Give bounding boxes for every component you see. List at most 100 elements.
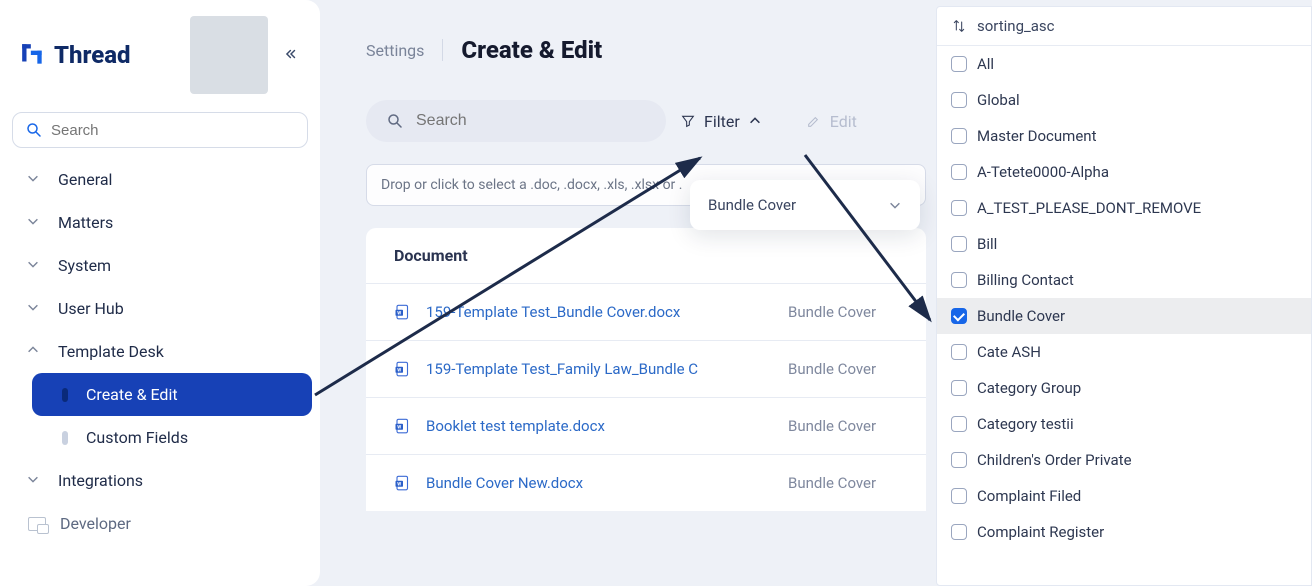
filter-button[interactable]: Filter xyxy=(680,112,762,131)
document-category: Bundle Cover xyxy=(788,474,898,492)
sort-label: sorting_asc xyxy=(977,17,1055,35)
pencil-icon xyxy=(806,113,822,129)
sidebar-item-user-hub[interactable]: User Hub xyxy=(8,287,312,330)
page-title: Create & Edit xyxy=(461,36,602,64)
checkbox-icon xyxy=(951,452,967,468)
table-row[interactable]: W 159-Template Test_Family Law_Bundle C … xyxy=(366,340,926,397)
chevron-down-icon xyxy=(26,170,42,189)
sidebar-item-label: Template Desk xyxy=(58,342,164,361)
filter-option[interactable]: Category Group xyxy=(937,370,1311,406)
sidebar-item-label: Integrations xyxy=(58,471,143,490)
svg-text:W: W xyxy=(397,367,401,373)
table-row[interactable]: W Booklet test template.docx Bundle Cove… xyxy=(366,397,926,454)
workspace-avatar[interactable] xyxy=(190,16,268,94)
word-doc-icon: W xyxy=(394,302,412,322)
chevron-down-icon xyxy=(26,213,42,232)
filter-option[interactable]: Children's Order Private xyxy=(937,442,1311,478)
checkbox-icon xyxy=(951,92,967,108)
filter-panel: sorting_asc All Global Master Document A-Te… xyxy=(936,6,1312,586)
sidebar-search-input[interactable] xyxy=(51,122,295,139)
document-name: Booklet test template.docx xyxy=(426,417,774,435)
table-search-input[interactable] xyxy=(416,112,646,130)
sidebar-item-custom-fields[interactable]: Custom Fields xyxy=(32,416,312,459)
sidebar-item-developer[interactable]: Developer xyxy=(8,502,312,545)
document-name: Bundle Cover New.docx xyxy=(426,474,774,492)
table-row[interactable]: W Bundle Cover New.docx Bundle Cover xyxy=(366,454,926,511)
checkbox-icon xyxy=(951,236,967,252)
thread-logo-icon xyxy=(20,42,46,68)
sidebar-search[interactable] xyxy=(12,112,308,148)
sidebar-item-label: Custom Fields xyxy=(86,428,188,447)
filter-option[interactable]: A-Tetete0000-Alpha xyxy=(937,154,1311,190)
filter-option-label: Billing Contact xyxy=(977,271,1074,289)
filter-popover-selected[interactable]: Bundle Cover xyxy=(708,196,902,214)
checkbox-icon xyxy=(951,488,967,504)
document-name: 159-Template Test_Bundle Cover.docx xyxy=(426,303,774,321)
filter-option-label: Master Document xyxy=(977,127,1096,145)
brand-logo[interactable]: Thread xyxy=(20,41,131,69)
sidebar: Thread General Matters System User Hub xyxy=(0,0,320,586)
checkbox-icon xyxy=(951,56,967,72)
checkbox-icon xyxy=(951,416,967,432)
table-row[interactable]: W 159-Template Test_Bundle Cover.docx Bu… xyxy=(366,283,926,340)
filter-label: Filter xyxy=(704,112,740,131)
sidebar-header: Thread xyxy=(8,12,312,104)
chevron-up-icon xyxy=(26,342,42,361)
filter-option-label: Complaint Filed xyxy=(977,487,1081,505)
filter-option[interactable]: Global xyxy=(937,82,1311,118)
sidebar-item-general[interactable]: General xyxy=(8,158,312,201)
filter-option-label: Bill xyxy=(977,235,997,253)
filter-sort-row[interactable]: sorting_asc xyxy=(937,7,1311,46)
documents-table: Document W 159-Template Test_Bundle Cove… xyxy=(366,228,926,511)
sidebar-item-label: Matters xyxy=(58,213,113,232)
filter-option[interactable]: Bill xyxy=(937,226,1311,262)
table-search[interactable] xyxy=(366,100,666,142)
edit-label: Edit xyxy=(830,112,857,131)
filter-option-label: Children's Order Private xyxy=(977,451,1132,469)
sidebar-nav: General Matters System User Hub Template… xyxy=(8,158,312,545)
checkbox-icon xyxy=(951,200,967,216)
filter-option[interactable]: Cate ASH xyxy=(937,334,1311,370)
sidebar-item-label: General xyxy=(58,170,112,189)
filter-option[interactable]: Category testii xyxy=(937,406,1311,442)
filter-option[interactable]: A_TEST_PLEASE_DONT_REMOVE xyxy=(937,190,1311,226)
filter-option-label: Category Group xyxy=(977,379,1081,397)
collapse-sidebar-button[interactable] xyxy=(278,39,304,72)
filter-option[interactable]: Billing Contact xyxy=(937,262,1311,298)
filter-option[interactable]: Complaint Filed xyxy=(937,478,1311,514)
sidebar-item-matters[interactable]: Matters xyxy=(8,201,312,244)
filter-selected-value: Bundle Cover xyxy=(708,196,796,214)
sidebar-item-template-desk[interactable]: Template Desk xyxy=(8,330,312,373)
filter-option[interactable]: Bundle Cover xyxy=(937,298,1311,334)
toolbar: Filter Edit xyxy=(366,100,926,142)
filter-option[interactable]: Master Document xyxy=(937,118,1311,154)
column-document: Document xyxy=(394,246,468,265)
breadcrumb-root[interactable]: Settings xyxy=(366,41,424,60)
checkbox-icon xyxy=(951,380,967,396)
sidebar-item-label: Create & Edit xyxy=(86,385,178,404)
search-icon xyxy=(25,121,43,139)
filter-option-label: Cate ASH xyxy=(977,343,1041,361)
filter-popover: Bundle Cover xyxy=(690,180,920,230)
filter-option-label: A-Tetete0000-Alpha xyxy=(977,163,1109,181)
table-body: W 159-Template Test_Bundle Cover.docx Bu… xyxy=(366,283,926,511)
sidebar-item-label: System xyxy=(58,256,111,275)
filter-option-list: All Global Master Document A-Tetete0000-Alp… xyxy=(937,46,1311,550)
filter-option-label: All xyxy=(977,55,994,73)
filter-option-label: Bundle Cover xyxy=(977,307,1065,325)
filter-option[interactable]: Complaint Register xyxy=(937,514,1311,550)
document-category: Bundle Cover xyxy=(788,303,898,321)
sidebar-item-create-edit[interactable]: Create & Edit xyxy=(32,373,312,416)
table-header: Document xyxy=(366,228,926,283)
edit-button[interactable]: Edit xyxy=(806,112,857,131)
sidebar-item-label: User Hub xyxy=(58,299,124,318)
chevron-up-icon xyxy=(748,114,762,128)
filter-option[interactable]: All xyxy=(937,46,1311,82)
brand-name: Thread xyxy=(54,41,131,69)
checkbox-icon xyxy=(951,128,967,144)
chevron-down-icon xyxy=(26,471,42,490)
chevron-down-icon xyxy=(26,299,42,318)
sidebar-item-integrations[interactable]: Integrations xyxy=(8,459,312,502)
sidebar-item-system[interactable]: System xyxy=(8,244,312,287)
checkbox-icon xyxy=(951,164,967,180)
